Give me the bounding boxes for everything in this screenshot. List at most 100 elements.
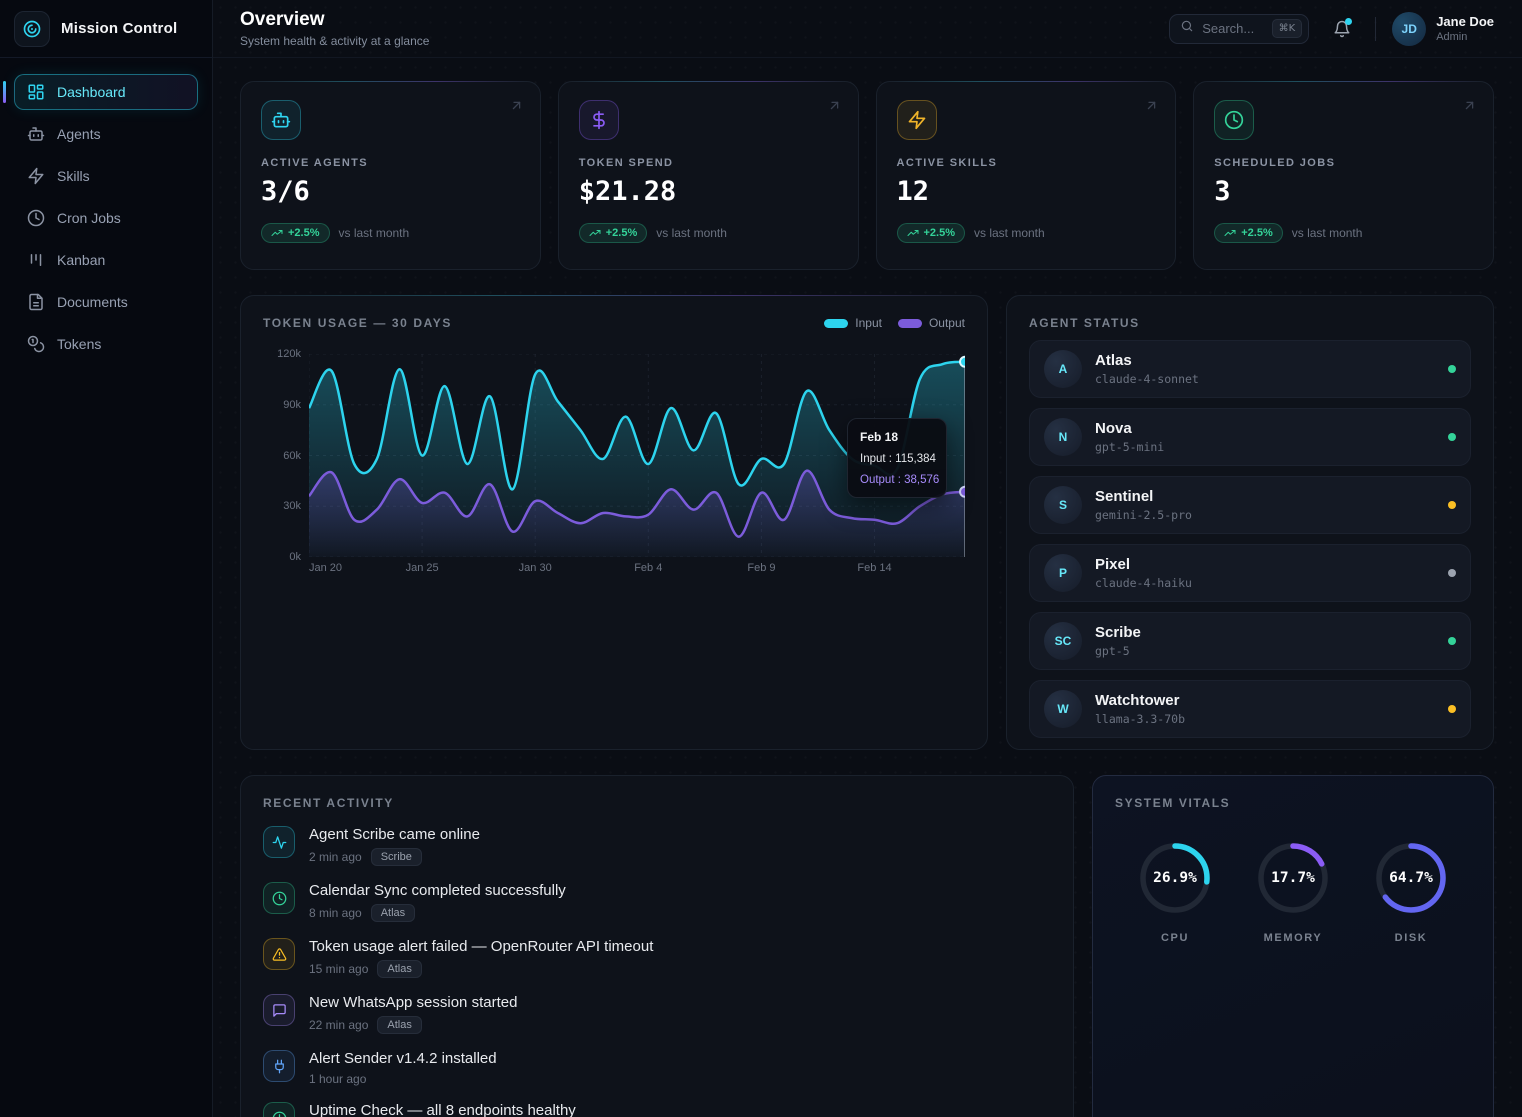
activity-time: 15 min ago	[309, 962, 368, 976]
activity-title: Uptime Check — all 8 endpoints healthy	[309, 1102, 576, 1117]
search-shortcut-kbd: ⌘K	[1272, 19, 1303, 38]
stats-row: ACTIVE AGENTS 3/6 +2.5% vs last month TO…	[240, 81, 1494, 270]
activity-item: Alert Sender v1.4.2 installed 1 hour ago	[263, 1050, 1051, 1086]
sidebar-item-skills[interactable]: Skills	[14, 158, 198, 194]
agent-model: claude-4-haiku	[1095, 576, 1192, 590]
stat-label: SCHEDULED JOBS	[1214, 157, 1473, 169]
clock-icon	[263, 882, 295, 914]
tooltip-input: Input : 115,384	[860, 453, 934, 465]
memory-gauge: 17.7% MEMORY	[1255, 840, 1331, 944]
chart-tooltip: Feb 18 Input : 115,384 Output : 38,576	[847, 418, 947, 498]
recent-activity-panel: RECENT ACTIVITY Agent Scribe came online…	[240, 775, 1074, 1117]
agent-name: Watchtower	[1095, 692, 1185, 709]
legend-input: Input	[824, 316, 882, 330]
stat-card-active-agents[interactable]: ACTIVE AGENTS 3/6 +2.5% vs last month	[240, 81, 541, 270]
agent-status-title: AGENT STATUS	[1029, 316, 1471, 330]
stat-card-token-spend[interactable]: TOKEN SPEND $21.28 +2.5% vs last month	[558, 81, 859, 270]
app-logo-icon	[14, 11, 50, 47]
search-box[interactable]: ⌘K	[1169, 14, 1309, 44]
avatar: P	[1044, 554, 1082, 592]
bot-icon	[27, 125, 45, 143]
dollar-icon	[579, 100, 619, 140]
page-subtitle: System health & activity at a glance	[240, 34, 429, 48]
trending-up-icon	[907, 227, 919, 239]
stat-value: 3	[1214, 176, 1473, 207]
clock-icon	[1214, 100, 1254, 140]
avatar: N	[1044, 418, 1082, 456]
zap-icon	[27, 167, 45, 185]
agent-row-watchtower[interactable]: W Watchtower llama-3.3-70b	[1029, 680, 1471, 738]
chart-y-axis: 120k 90k 60k 30k 0k	[263, 354, 301, 557]
memory-label: MEMORY	[1264, 932, 1323, 944]
activity-time: 22 min ago	[309, 1018, 368, 1032]
agent-row-atlas[interactable]: A Atlas claude-4-sonnet	[1029, 340, 1471, 398]
activity-title: Agent Scribe came online	[309, 826, 480, 843]
stat-label: ACTIVE SKILLS	[897, 157, 1156, 169]
sidebar-item-kanban[interactable]: Kanban	[14, 242, 198, 278]
token-usage-chart[interactable]: 120k 90k 60k 30k 0k	[263, 354, 965, 580]
activity-item: New WhatsApp session started 22 min agoA…	[263, 994, 1051, 1034]
stat-note: vs last month	[974, 226, 1045, 240]
arrow-up-right-icon	[1462, 98, 1477, 118]
status-dot	[1448, 637, 1456, 645]
stat-value: 3/6	[261, 176, 520, 207]
status-dot	[1448, 501, 1456, 509]
user-name: Jane Doe	[1436, 14, 1494, 29]
agent-model: gemini-2.5-pro	[1095, 508, 1192, 522]
notifications-button[interactable]	[1325, 12, 1359, 46]
avatar: A	[1044, 350, 1082, 388]
agent-name: Atlas	[1095, 352, 1199, 369]
stat-value: 12	[897, 176, 1156, 207]
stat-note: vs last month	[1292, 226, 1363, 240]
delta-badge: +2.5%	[579, 223, 648, 243]
user-menu[interactable]: JD Jane Doe Admin	[1392, 12, 1494, 46]
agent-row-scribe[interactable]: SC Scribe gpt-5	[1029, 612, 1471, 670]
app-window: Mission Control Dashboard Agents Skills …	[0, 0, 1522, 1117]
avatar: S	[1044, 486, 1082, 524]
chart-title: TOKEN USAGE — 30 DAYS	[263, 316, 452, 330]
agent-row-pixel[interactable]: P Pixel claude-4-haiku	[1029, 544, 1471, 602]
sidebar: Mission Control Dashboard Agents Skills …	[0, 0, 213, 1117]
header: Overview System health & activity at a g…	[213, 0, 1522, 58]
sidebar-item-tokens[interactable]: Tokens	[14, 326, 198, 362]
sidebar-item-dashboard[interactable]: Dashboard	[14, 74, 198, 110]
sidebar-item-label: Dashboard	[57, 84, 126, 100]
sidebar-item-label: Cron Jobs	[57, 210, 121, 226]
status-dot	[1448, 569, 1456, 577]
brand[interactable]: Mission Control	[0, 0, 212, 58]
stat-card-active-skills[interactable]: ACTIVE SKILLS 12 +2.5% vs last month	[876, 81, 1177, 270]
sidebar-item-cron-jobs[interactable]: Cron Jobs	[14, 200, 198, 236]
sidebar-nav: Dashboard Agents Skills Cron Jobs Kanban…	[0, 58, 212, 378]
token-usage-chart-panel: TOKEN USAGE — 30 DAYS Input Output	[240, 295, 988, 750]
delta-badge: +2.5%	[897, 223, 966, 243]
sidebar-item-label: Skills	[57, 168, 90, 184]
activity-time: 8 min ago	[309, 906, 362, 920]
status-dot	[1448, 433, 1456, 441]
stat-value: $21.28	[579, 176, 838, 207]
agent-row-nova[interactable]: N Nova gpt-5-mini	[1029, 408, 1471, 466]
agent-model: llama-3.3-70b	[1095, 712, 1185, 726]
coins-icon	[27, 335, 45, 353]
sidebar-item-label: Documents	[57, 294, 128, 310]
activity-time: 2 min ago	[309, 850, 362, 864]
arrow-up-right-icon	[509, 98, 524, 118]
divider	[1375, 17, 1376, 41]
avatar: SC	[1044, 622, 1082, 660]
system-vitals-title: SYSTEM VITALS	[1115, 796, 1471, 810]
sidebar-item-label: Kanban	[57, 252, 105, 268]
stat-card-scheduled-jobs[interactable]: SCHEDULED JOBS 3 +2.5% vs last month	[1193, 81, 1494, 270]
agent-row-sentinel[interactable]: S Sentinel gemini-2.5-pro	[1029, 476, 1471, 534]
activity-tag: Atlas	[371, 904, 415, 922]
stat-note: vs last month	[656, 226, 727, 240]
disk-value: 64.7%	[1373, 840, 1449, 916]
agent-model: gpt-5	[1095, 644, 1141, 658]
trending-up-icon	[1224, 227, 1236, 239]
alert-triangle-icon	[263, 938, 295, 970]
message-icon	[263, 994, 295, 1026]
search-input[interactable]	[1202, 21, 1263, 36]
disk-gauge: 64.7% DISK	[1373, 840, 1449, 944]
sidebar-item-documents[interactable]: Documents	[14, 284, 198, 320]
notification-dot	[1345, 18, 1352, 25]
sidebar-item-agents[interactable]: Agents	[14, 116, 198, 152]
page-title: Overview	[240, 9, 429, 31]
